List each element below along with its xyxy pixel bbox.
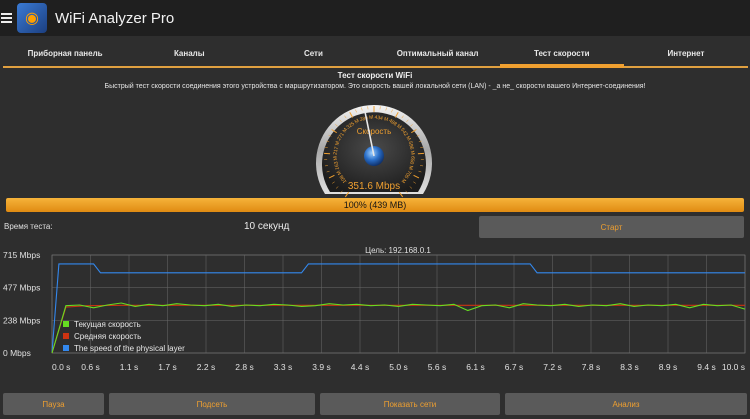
speed-chart: 715 Mbps 477 Mbps 238 Mbps 0 Mbps 0.0 s 0.6 … bbox=[0, 240, 750, 380]
chart-x-tick-label: 3.3 s bbox=[274, 362, 292, 372]
pause-button[interactable]: Пауза bbox=[3, 393, 104, 415]
chart-x-tick-label: 7.2 s bbox=[543, 362, 561, 372]
speed-test-description: Быстрый тест скорости соединения этого у… bbox=[104, 83, 646, 90]
subnet-button[interactable]: Подсеть bbox=[109, 393, 315, 415]
progress-text: 100% (439 MB) bbox=[343, 200, 407, 210]
chart-x-tick-label: 3.9 s bbox=[312, 362, 330, 372]
menu-icon[interactable] bbox=[1, 0, 15, 36]
tab-internet[interactable]: Интернет bbox=[624, 41, 748, 66]
chart-x-tick-label: 1.1 s bbox=[120, 362, 138, 372]
test-progress-bar: 100% (439 MB) bbox=[6, 198, 744, 212]
app-window: ◉ WiFi Analyzer Pro Приборная панель Кан… bbox=[0, 0, 750, 419]
tab-speed-test[interactable]: Тест скорости bbox=[499, 41, 625, 68]
chart-y-ticks: 715 Mbps 477 Mbps 238 Mbps 0 Mbps bbox=[3, 250, 40, 358]
chart-x-tick-label: 0.0 s bbox=[52, 362, 70, 372]
chart-x-tick-label: 6.7 s bbox=[505, 362, 523, 372]
legend-swatch-average bbox=[63, 333, 69, 339]
chart-x-tick-label: 6.1 s bbox=[466, 362, 484, 372]
chart-x-tick-label: 2.2 s bbox=[197, 362, 215, 372]
chart-x-tick-label: 5.0 s bbox=[389, 362, 407, 372]
analysis-button[interactable]: Анализ bbox=[505, 393, 747, 415]
gauge-svg: 108 M163 M217 M271 M325 M380 M 434 M488 M… bbox=[316, 104, 432, 198]
chart-y-tick-label: 0 Mbps bbox=[3, 348, 31, 358]
title-bar: ◉ WiFi Analyzer Pro bbox=[0, 0, 750, 36]
chart-x-tick-label: 9.4 s bbox=[697, 362, 715, 372]
speed-gauge: 108 M 163 M 217 M 271 M 325 M 380 M 434 M 488 M… bbox=[309, 94, 439, 198]
gauge-reading: 351.6 Mbps bbox=[348, 181, 400, 192]
speed-test-title: Тест скорости WiFi bbox=[337, 71, 413, 80]
wifi-app-icon: ◉ bbox=[17, 3, 47, 33]
tab-optimal-channel[interactable]: Оптимальный канал bbox=[376, 41, 500, 66]
chart-x-tick-label: 4.4 s bbox=[351, 362, 369, 372]
chart-x-tick-label: 0.6 s bbox=[81, 362, 99, 372]
tab-networks[interactable]: Сети bbox=[251, 41, 375, 66]
tab-channels[interactable]: Каналы bbox=[127, 41, 251, 66]
start-button[interactable]: Старт bbox=[479, 216, 744, 238]
chart-y-tick-label: 238 Mbps bbox=[3, 315, 40, 325]
chart-y-tick-label: 477 Mbps bbox=[3, 283, 40, 293]
show-networks-button[interactable]: Показать сети bbox=[320, 393, 500, 415]
legend-swatch-current bbox=[63, 321, 69, 327]
chart-x-tick-label: 10.0 s bbox=[722, 362, 745, 372]
chart-x-tick-label: 8.9 s bbox=[659, 362, 677, 372]
tab-bar: Приборная панель Каналы Сети Оптимальный… bbox=[3, 41, 748, 68]
app-title: WiFi Analyzer Pro bbox=[55, 9, 175, 27]
legend-swatch-physical bbox=[63, 345, 69, 351]
bottom-toolbar: Пауза Подсеть Показать сети Анализ bbox=[3, 393, 747, 415]
chart-x-ticks: 0.0 s 0.6 s 1.1 s 1.7 s 2.2 s 2.8 s 3.3 s 3.9 s… bbox=[52, 362, 745, 372]
legend-current: Текущая скорость bbox=[74, 320, 141, 329]
gauge-label: Скорость bbox=[357, 127, 392, 136]
chart-title: Цель: 192.168.0.1 bbox=[365, 246, 431, 255]
speed-chart-svg: 715 Mbps 477 Mbps 238 Mbps 0 Mbps 0.0 s 0.6 … bbox=[3, 246, 746, 372]
test-time-value[interactable]: 10 секунд bbox=[244, 221, 289, 232]
chart-x-tick-label: 1.7 s bbox=[158, 362, 176, 372]
chart-x-tick-label: 7.8 s bbox=[582, 362, 600, 372]
legend-average: Средняя скорость bbox=[74, 332, 141, 341]
chart-y-tick-label: 715 Mbps bbox=[3, 250, 40, 260]
test-time-label: Время теста: bbox=[4, 222, 53, 231]
chart-x-tick-label: 2.8 s bbox=[235, 362, 253, 372]
tab-dashboard[interactable]: Приборная панель bbox=[3, 41, 127, 66]
chart-x-tick-label: 5.6 s bbox=[428, 362, 446, 372]
chart-x-tick-label: 8.3 s bbox=[620, 362, 638, 372]
legend-physical: The speed of the physical layer bbox=[74, 344, 185, 353]
